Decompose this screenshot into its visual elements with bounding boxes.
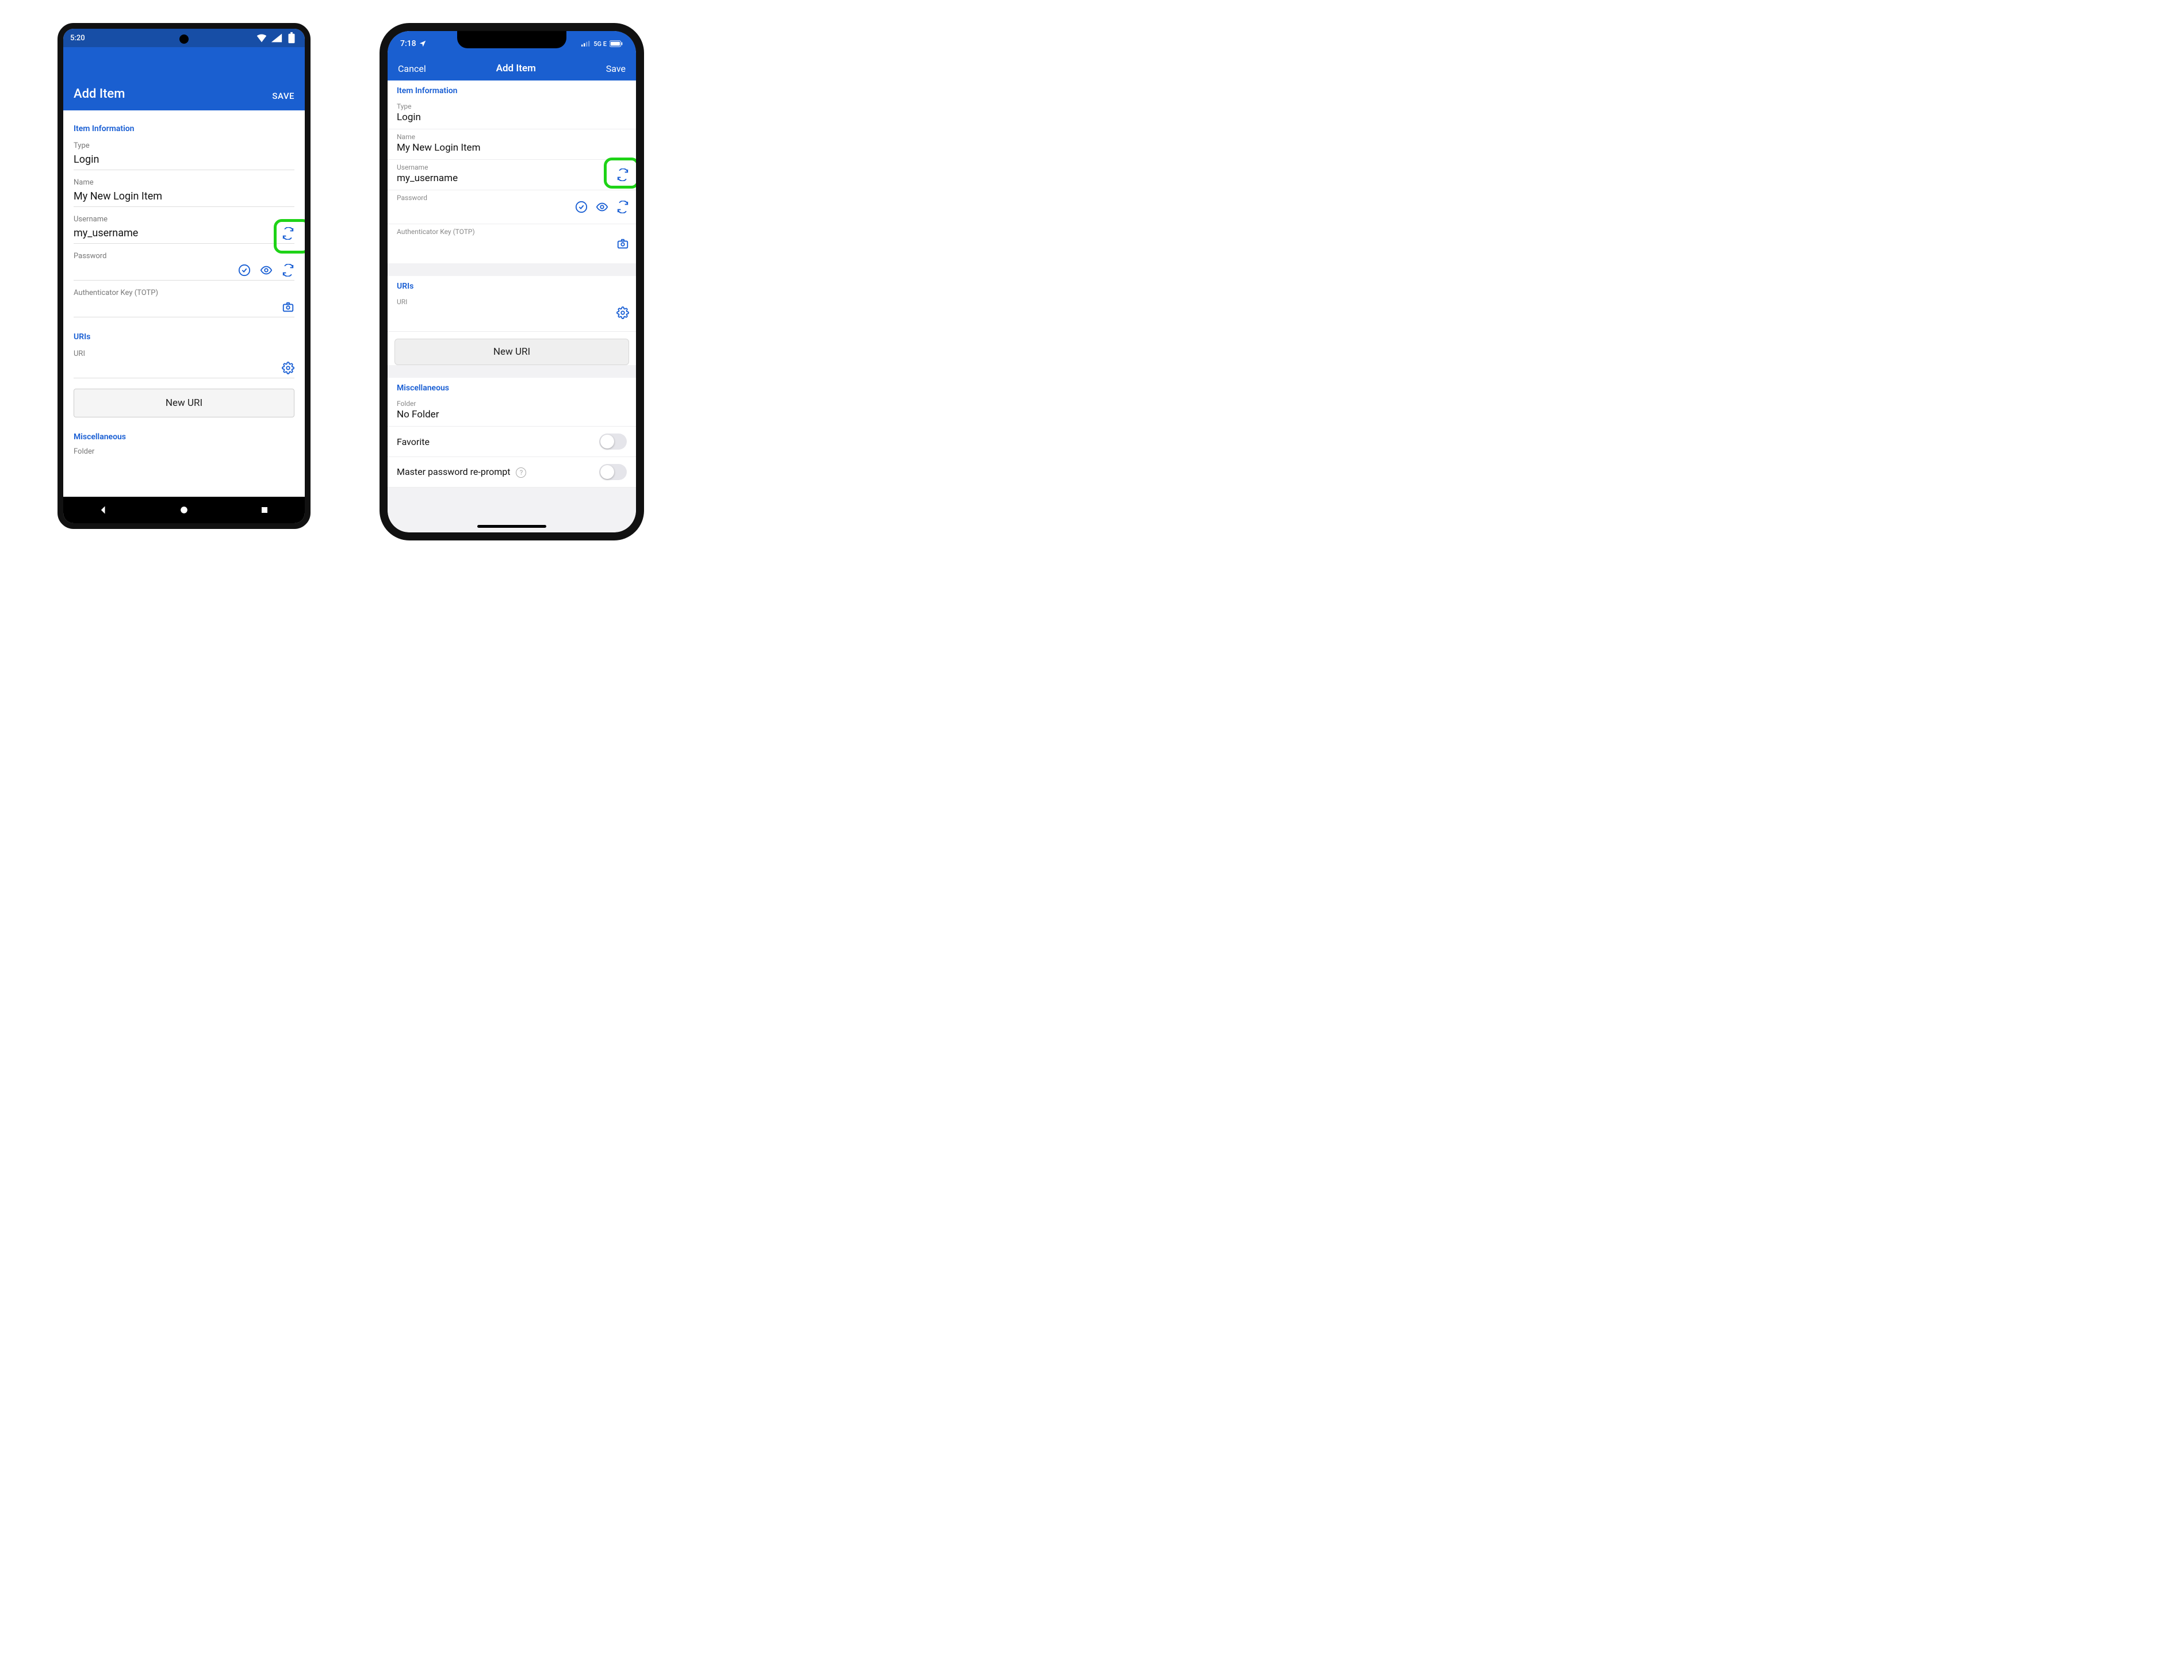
type-label: Type	[397, 102, 627, 110]
generate-password-icon[interactable]	[616, 201, 629, 213]
uri-value	[74, 362, 294, 374]
android-content: Item Information Type Login Name My New …	[63, 110, 305, 497]
toggle-visibility-icon[interactable]	[596, 201, 608, 213]
username-label: Username	[397, 163, 627, 171]
status-time: 7:18	[400, 39, 416, 48]
camera-hole	[179, 34, 189, 44]
battery-icon	[610, 40, 623, 47]
location-icon	[419, 40, 427, 48]
status-time: 5:20	[70, 34, 85, 43]
uri-label: URI	[74, 350, 294, 358]
uri-value	[397, 307, 627, 320]
totp-value	[74, 301, 294, 313]
username-field[interactable]: Username my_username	[74, 215, 294, 244]
camera-icon[interactable]	[282, 301, 294, 313]
home-indicator[interactable]	[477, 525, 546, 528]
username-label: Username	[74, 215, 294, 224]
save-button[interactable]: SAVE	[272, 91, 294, 101]
section-item-information: Item Information	[74, 124, 294, 133]
page-title: Add Item	[496, 63, 536, 74]
recent-icon[interactable]	[259, 504, 270, 516]
uri-label: URI	[397, 298, 627, 306]
notch	[457, 31, 566, 48]
status-right	[255, 32, 298, 44]
network-label: 5G E	[593, 40, 607, 48]
favorite-toggle[interactable]	[599, 434, 627, 450]
totp-label: Authenticator Key (TOTP)	[74, 289, 294, 297]
uri-field[interactable]: URI	[388, 294, 636, 332]
type-value: Login	[397, 112, 627, 124]
new-uri-button[interactable]: New URI	[74, 389, 294, 417]
help-icon[interactable]: ?	[516, 467, 526, 478]
password-field[interactable]: Password	[74, 252, 294, 281]
check-password-icon[interactable]	[575, 201, 588, 213]
home-icon[interactable]	[178, 504, 190, 516]
generate-password-icon[interactable]	[282, 264, 294, 277]
android-phone-frame: 5:20 Add Item SAVE Item Information Type…	[58, 23, 311, 529]
password-label: Password	[74, 252, 294, 260]
section-misc: Miscellaneous	[74, 432, 294, 442]
reprompt-row: Master password re-prompt ?	[388, 457, 636, 488]
type-value: Login	[74, 154, 294, 166]
name-value: My New Login Item	[74, 190, 294, 203]
back-icon[interactable]	[98, 504, 109, 516]
username-field[interactable]: Username my_username	[388, 160, 636, 190]
name-field[interactable]: Name My New Login Item	[388, 129, 636, 160]
type-label: Type	[74, 141, 294, 150]
iphone-frame: 7:18 5G E Cancel Add Item Save Item Info…	[380, 23, 644, 540]
folder-value: No Folder	[397, 409, 627, 421]
totp-field[interactable]: Authenticator Key (TOTP)	[388, 224, 636, 263]
gear-icon[interactable]	[282, 362, 294, 374]
new-uri-button[interactable]: New URI	[394, 339, 629, 365]
camera-icon[interactable]	[616, 237, 629, 250]
android-nav-bar	[63, 497, 305, 523]
username-value: my_username	[74, 227, 294, 240]
generate-username-icon[interactable]	[616, 168, 629, 181]
favorite-label: Favorite	[397, 436, 430, 447]
uri-field[interactable]: URI	[74, 350, 294, 378]
name-label: Name	[397, 133, 627, 141]
section-misc: Miscellaneous	[388, 378, 636, 396]
save-button[interactable]: Save	[606, 63, 626, 74]
favorite-row: Favorite	[388, 427, 636, 457]
android-title-bar: Add Item SAVE	[63, 47, 305, 110]
type-field[interactable]: Type Login	[388, 99, 636, 129]
folder-label: Folder	[74, 447, 294, 456]
password-field[interactable]: Password	[388, 190, 636, 224]
gear-icon[interactable]	[616, 306, 629, 319]
iphone-screen: 7:18 5G E Cancel Add Item Save Item Info…	[388, 31, 636, 532]
check-password-icon[interactable]	[238, 264, 251, 277]
name-label: Name	[74, 178, 294, 187]
totp-label: Authenticator Key (TOTP)	[397, 228, 627, 236]
signal-icon	[581, 41, 591, 47]
name-value: My New Login Item	[397, 142, 627, 155]
signal-icon	[270, 32, 283, 44]
ios-content: Item Information Type Login Name My New …	[388, 80, 636, 532]
android-screen: 5:20 Add Item SAVE Item Information Type…	[63, 29, 305, 523]
reprompt-label: Master password re-prompt	[397, 466, 510, 477]
totp-value	[397, 237, 627, 250]
toggle-visibility-icon[interactable]	[260, 264, 273, 277]
wifi-icon	[255, 32, 268, 44]
ios-title-bar: Cancel Add Item Save	[388, 56, 636, 80]
page-title: Add Item	[74, 87, 125, 101]
section-uris: URIs	[74, 332, 294, 342]
section-uris: URIs	[388, 276, 636, 294]
totp-field[interactable]: Authenticator Key (TOTP)	[74, 289, 294, 317]
username-value: my_username	[397, 172, 627, 185]
folder-label: Folder	[397, 400, 627, 408]
reprompt-toggle[interactable]	[599, 464, 627, 480]
cancel-button[interactable]: Cancel	[398, 63, 426, 74]
section-item-information: Item Information	[388, 80, 636, 99]
battery-icon	[285, 32, 298, 44]
folder-field[interactable]: Folder No Folder	[388, 396, 636, 427]
generate-username-icon[interactable]	[282, 227, 294, 240]
name-field[interactable]: Name My New Login Item	[74, 178, 294, 207]
type-field[interactable]: Type Login	[74, 141, 294, 170]
